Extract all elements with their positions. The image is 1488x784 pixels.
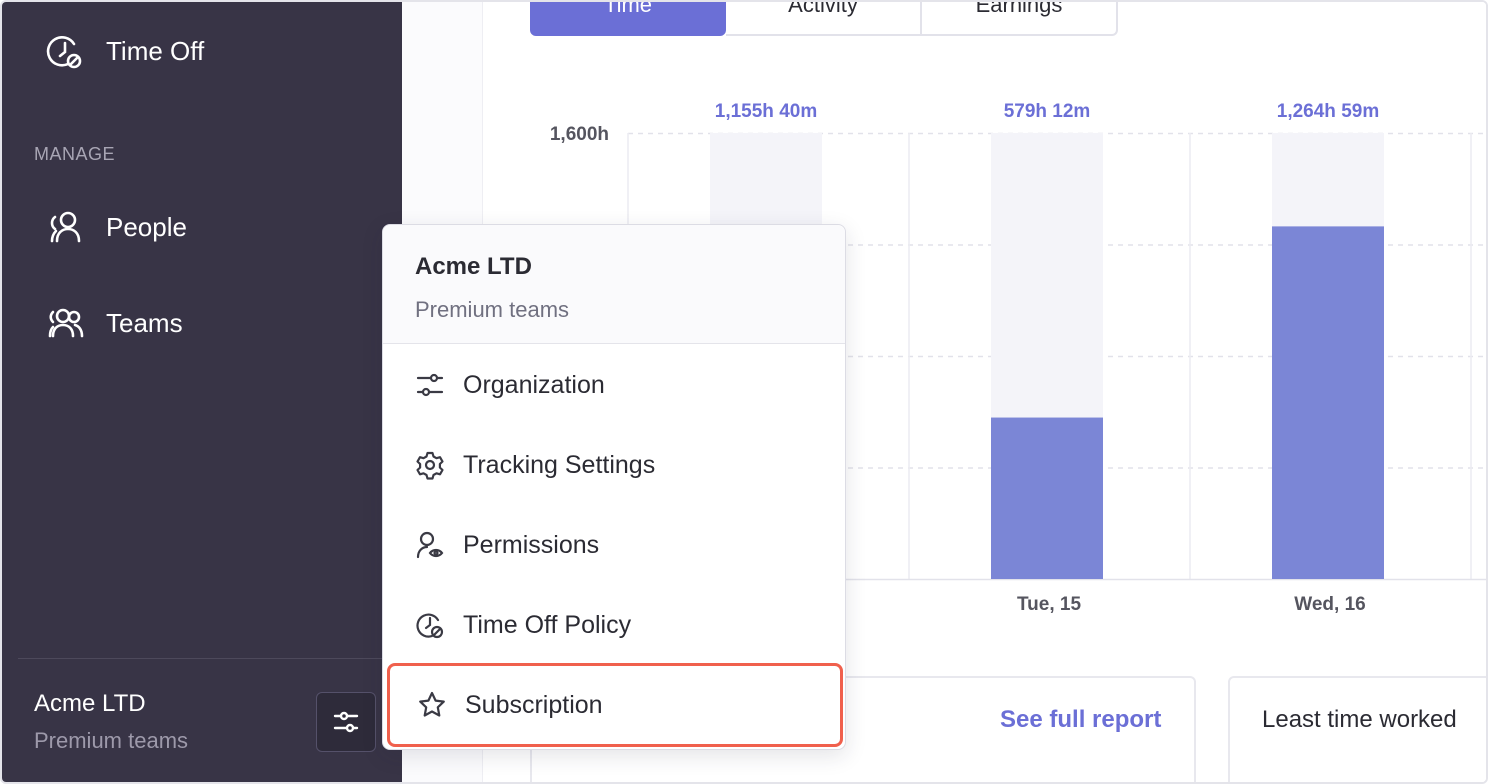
dropdown-org-plan: Premium teams (415, 297, 570, 322)
org-settings-button[interactable] (316, 692, 376, 752)
dropdown-header: Acme LTD Premium teams (383, 225, 845, 344)
least-time-card: Least time worked (1228, 676, 1486, 782)
x-tick-label: Tue, 15 (1017, 594, 1081, 615)
see-full-report-link[interactable]: See full report (1000, 706, 1161, 734)
y-tick-label: 1,600h (550, 124, 609, 145)
least-time-worked-title: Least time worked (1262, 706, 1457, 733)
sidebar-divider (18, 658, 402, 659)
menu-item-permissions[interactable]: Permissions (383, 505, 845, 585)
org-dropdown-menu: Acme LTD Premium teams Organization Trac… (382, 224, 846, 750)
menu-item-tracking-settings[interactable]: Tracking Settings (383, 425, 845, 505)
menu-item-label: Permissions (463, 530, 600, 559)
x-tick-label: Wed, 16 (1294, 594, 1365, 615)
sliders-icon (415, 370, 445, 400)
user-eye-icon (415, 530, 445, 560)
menu-item-time-off-policy[interactable]: Time Off Policy (383, 585, 845, 665)
clock-off-icon (415, 610, 445, 640)
org-name: Acme LTD (34, 690, 146, 717)
bar-value-label: 579h 12m (1004, 101, 1091, 122)
menu-item-label: Subscription (465, 690, 603, 719)
menu-item-label: Tracking Settings (463, 450, 656, 479)
bar (1272, 226, 1384, 579)
app-window: Time Off MANAGE People Teams Acme LTD Pr… (0, 0, 1488, 784)
menu-item-label: Organization (463, 370, 605, 399)
bar (991, 417, 1103, 579)
gear-icon (415, 450, 445, 480)
star-icon (417, 690, 447, 720)
dropdown-org-name: Acme LTD (415, 253, 532, 280)
org-plan: Premium teams (34, 728, 189, 753)
sliders-icon (333, 711, 359, 733)
menu-item-organization[interactable]: Organization (383, 345, 845, 425)
bar-value-label: 1,264h 59m (1277, 101, 1379, 122)
menu-item-label: Time Off Policy (463, 610, 632, 639)
bar-value-label: 1,155h 40m (715, 101, 817, 122)
menu-item-subscription[interactable]: Subscription (387, 663, 843, 747)
